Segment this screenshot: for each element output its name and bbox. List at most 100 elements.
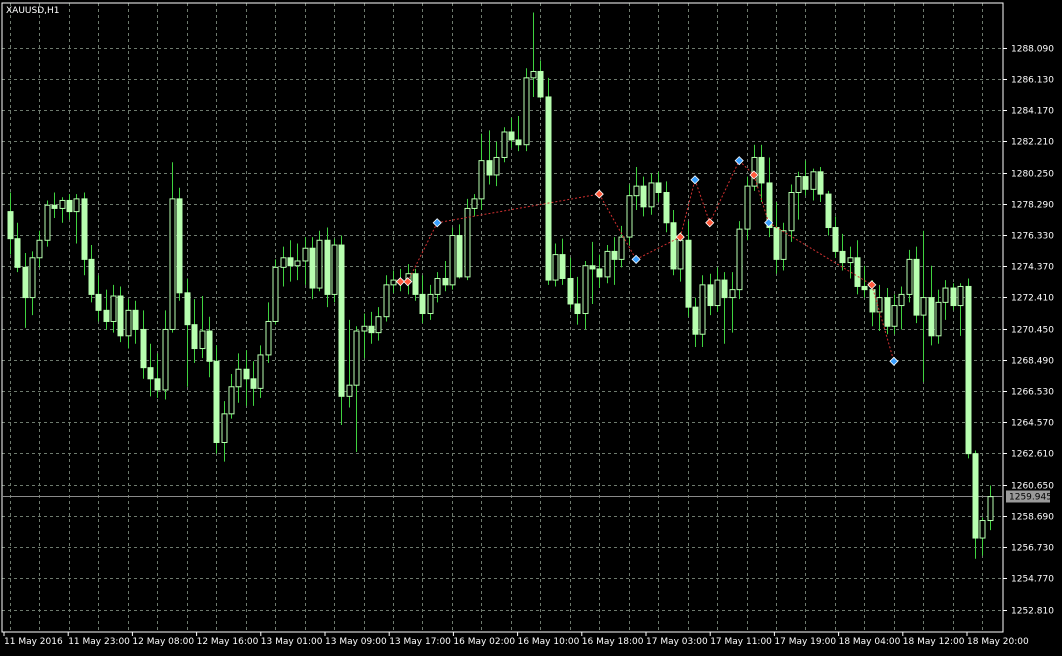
sell-marker xyxy=(395,277,405,287)
candle-body xyxy=(780,230,787,260)
candle-body xyxy=(515,139,522,146)
candle-body xyxy=(309,247,316,289)
candle-body xyxy=(530,70,537,79)
candle-body xyxy=(368,325,375,334)
candle-body xyxy=(191,324,198,350)
y-tick-label: 1282.210 xyxy=(1011,138,1054,148)
candle-body xyxy=(287,257,294,267)
candle-body xyxy=(486,160,493,176)
candle-body xyxy=(582,265,589,315)
candle-body xyxy=(434,277,441,295)
candle-body xyxy=(235,368,242,388)
trade-connector xyxy=(694,179,711,223)
candle-body xyxy=(508,131,515,141)
buy-marker xyxy=(889,356,899,366)
chart-window[interactable]: 1288.090 1286.130 1284.170 1282.210 1280.250… xyxy=(0,0,1062,652)
candle-body xyxy=(618,236,625,260)
candle-body xyxy=(427,293,434,315)
candle-body xyxy=(110,295,117,322)
x-tick-label: 12 May 16:00 xyxy=(197,637,259,647)
candle-body xyxy=(14,238,21,268)
candle-body xyxy=(73,198,80,213)
candle-body xyxy=(95,293,102,311)
candle-body xyxy=(169,198,176,330)
chart-symbol-title: XAUUSD,H1 xyxy=(6,6,60,16)
y-tick-label: 1260.650 xyxy=(1011,482,1054,492)
x-tick-label: 13 May 17:00 xyxy=(389,637,451,647)
candle-body xyxy=(906,258,913,295)
candle-body xyxy=(972,453,979,539)
candle-body xyxy=(471,198,478,209)
candle-body xyxy=(692,306,699,335)
candle-body xyxy=(132,309,139,330)
candle-body xyxy=(987,496,994,522)
candle-body xyxy=(442,277,449,286)
current-price-label: 1259.945 xyxy=(1009,493,1052,503)
candle-body xyxy=(361,325,368,332)
candle-body xyxy=(773,227,780,260)
candle-body xyxy=(965,285,972,455)
y-tick-label: 1270.450 xyxy=(1011,326,1054,336)
sell-marker xyxy=(867,280,877,290)
candle-body xyxy=(920,297,927,316)
candle-body xyxy=(324,239,331,295)
trade-connector xyxy=(679,179,696,238)
candle-body xyxy=(523,77,530,146)
chart-grid xyxy=(2,3,1003,632)
candle-body xyxy=(419,293,426,315)
candle-body xyxy=(648,182,655,208)
candle-body xyxy=(640,185,647,208)
x-tick-label: 12 May 08:00 xyxy=(132,637,194,647)
candle-body xyxy=(655,182,662,193)
candle-body xyxy=(302,247,309,262)
candle-body xyxy=(729,289,736,299)
candle-body xyxy=(574,303,581,315)
candle-body xyxy=(206,330,213,362)
y-tick-label: 1268.490 xyxy=(1011,357,1054,367)
candle-body xyxy=(478,160,485,200)
candle-body xyxy=(353,330,360,386)
sell-marker xyxy=(705,218,715,228)
candle-body xyxy=(758,156,765,184)
y-tick-label: 1264.570 xyxy=(1011,419,1054,429)
y-tick-label: 1262.610 xyxy=(1011,450,1054,460)
buy-marker xyxy=(734,156,744,166)
candle-body xyxy=(464,207,471,278)
candle-body xyxy=(596,268,603,278)
chart-frame xyxy=(1,2,1004,633)
candle-body xyxy=(154,378,161,391)
current-price-tag: 1259.945 xyxy=(1006,490,1052,503)
y-tick-label: 1284.170 xyxy=(1011,107,1054,117)
candle-body xyxy=(626,195,633,238)
candle-body xyxy=(412,273,419,295)
candle-body xyxy=(788,191,795,232)
buy-marker xyxy=(690,175,700,185)
candle-body xyxy=(817,171,824,195)
candle-body xyxy=(942,287,949,303)
candle-body xyxy=(721,279,728,299)
candle-body xyxy=(802,176,809,190)
candle-body xyxy=(346,384,353,397)
y-tick-label: 1252.810 xyxy=(1011,607,1054,617)
candle-body xyxy=(338,244,345,397)
candle-body xyxy=(832,227,839,252)
candle-body xyxy=(103,309,110,322)
candle-body xyxy=(176,198,183,294)
candle-body xyxy=(81,198,88,260)
candle-body xyxy=(199,330,206,350)
candle-body xyxy=(861,285,868,291)
candle-body xyxy=(950,287,957,307)
candle-body xyxy=(699,284,706,335)
candle-body xyxy=(66,199,73,213)
x-tick-label: 11 May 23:00 xyxy=(68,637,130,647)
candle-body xyxy=(670,222,677,270)
candle-body xyxy=(280,257,287,268)
candle-body xyxy=(456,234,463,278)
candle-body xyxy=(913,258,920,316)
candle-body xyxy=(7,211,14,240)
candle-body xyxy=(898,293,905,307)
price-chart[interactable]: 1288.090 1286.130 1284.170 1282.210 1280.250… xyxy=(0,0,1062,652)
candle-body xyxy=(449,234,456,286)
candle-body xyxy=(854,257,861,287)
x-tick-label: 13 May 09:00 xyxy=(325,637,387,647)
